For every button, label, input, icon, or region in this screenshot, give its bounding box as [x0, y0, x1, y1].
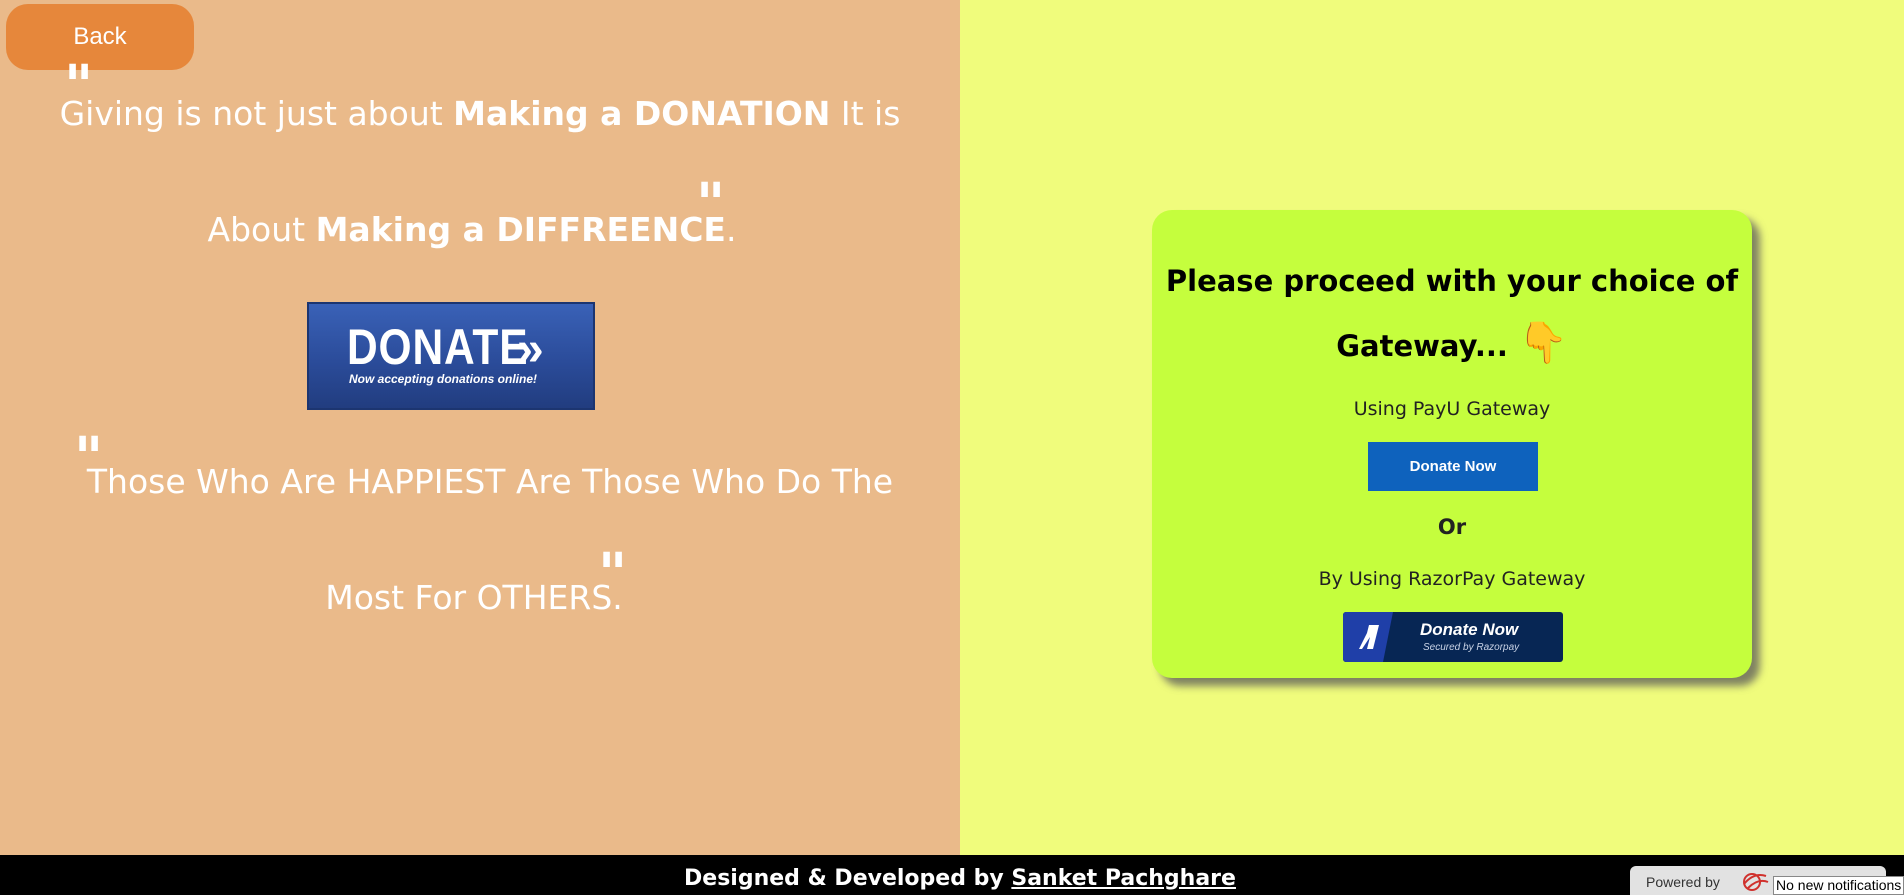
quote-1-line-2: About Making a DIFFREENCE.	[207, 210, 737, 249]
quote-1-line-1: Giving is not just about Making a DONATI…	[59, 94, 901, 133]
payu-donate-button[interactable]: Donate Now	[1368, 442, 1538, 491]
razorpay-logo-icon	[1359, 625, 1379, 649]
author-link[interactable]: Sanket Pachghare	[1011, 866, 1236, 891]
quote-close-mark-2: "	[598, 541, 628, 607]
razorpay-donate-button[interactable]: Donate Now Secured by Razorpay	[1343, 612, 1563, 662]
footer: Designed & Developed by Sanket Pachghare	[0, 855, 1904, 895]
payu-label: Using PayU Gateway	[1353, 398, 1551, 420]
gateway-card: Please proceed with your choice of Gatew…	[1152, 210, 1752, 678]
quote-2-line-2: Most For OTHERS.	[325, 578, 623, 617]
notification-toast[interactable]: No new notifications	[1773, 876, 1904, 895]
pointing-down-hand-icon: 👇	[1517, 320, 1568, 366]
razorpay-label: By Using RazorPay Gateway	[1318, 568, 1586, 590]
footer-credit: Designed & Developed by Sanket Pachghare	[684, 866, 1236, 891]
powered-by-label: Powered by	[1646, 874, 1720, 890]
donate-banner-image[interactable]: DONATE » Now accepting donations online!	[307, 302, 595, 410]
donate-banner-subtitle: Now accepting donations online!	[349, 372, 538, 386]
left-panel: Back " Giving is not just about Making a…	[0, 0, 960, 855]
back-button[interactable]: Back	[6, 4, 194, 70]
donate-banner-title: DONATE	[347, 319, 529, 375]
razorpay-secured-label: Secured by Razorpay	[1423, 642, 1520, 653]
gateway-card-title: Please proceed with your choice of Gatew…	[1165, 264, 1739, 366]
quote-2-line-1: Those Who Are HAPPIEST Are Those Who Do …	[86, 462, 894, 501]
chevron-double-right-icon: »	[517, 323, 544, 376]
quote-close-mark-1: "	[696, 171, 726, 237]
widget-logo-icon	[1743, 873, 1769, 891]
or-separator: Or	[1437, 515, 1467, 539]
razorpay-button-label: Donate Now	[1420, 620, 1519, 639]
